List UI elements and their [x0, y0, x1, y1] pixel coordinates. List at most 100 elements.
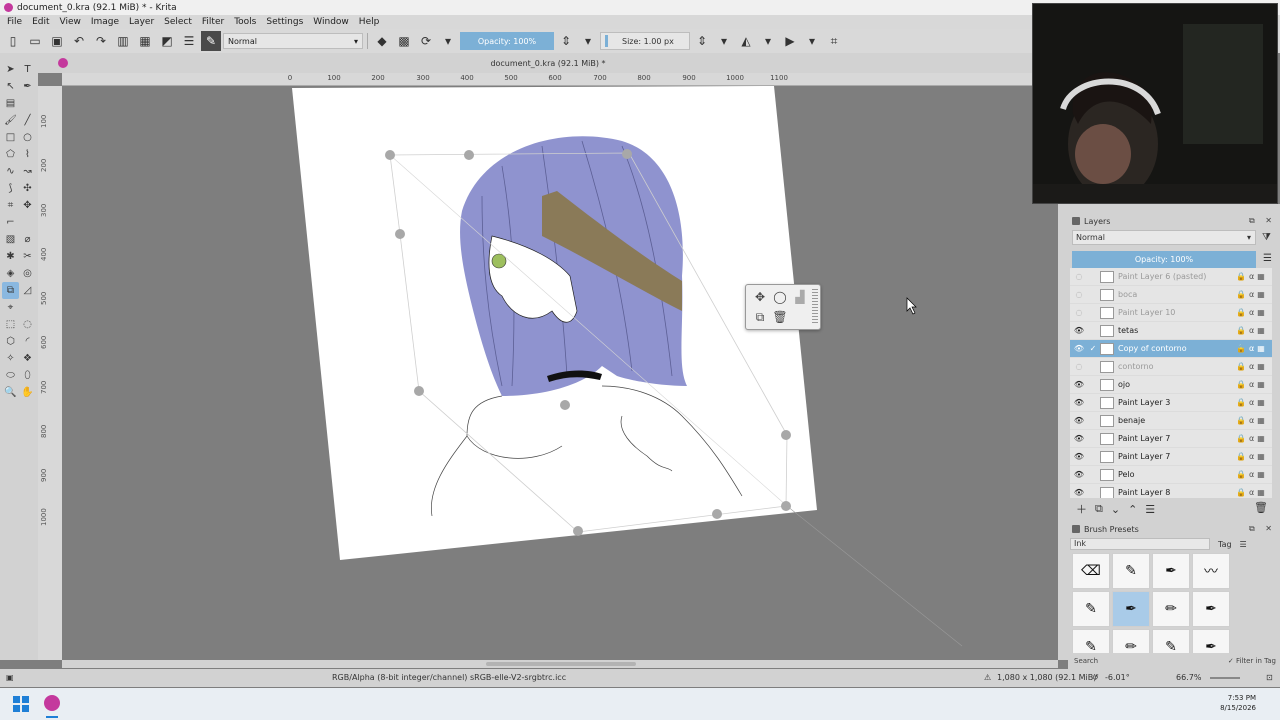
polygon-tool-icon[interactable]: ⬠: [2, 146, 19, 163]
menu-tools[interactable]: Tools: [229, 15, 261, 29]
eye-icon[interactable]: 👁: [1072, 452, 1086, 461]
transform-handle[interactable]: [712, 509, 722, 519]
menu-window[interactable]: Window: [308, 15, 354, 29]
menu-image[interactable]: Image: [86, 15, 124, 29]
freehand-brush-tool-icon[interactable]: 🖌: [2, 112, 19, 129]
menu-layer[interactable]: Layer: [124, 15, 159, 29]
layer-properties-icons[interactable]: 🔒α▦: [1236, 326, 1272, 335]
menu-view[interactable]: View: [55, 15, 86, 29]
edit-shapes-tool-icon[interactable]: ↖: [2, 78, 19, 95]
freehand-path-tool-icon[interactable]: ↝: [19, 163, 36, 180]
layer-properties-icons[interactable]: 🔒α▦: [1236, 308, 1272, 317]
outline-select-tool-icon[interactable]: ◜: [19, 333, 36, 350]
layer-properties-icon[interactable]: ☰: [1145, 503, 1155, 516]
eye-icon[interactable]: 👁: [1072, 398, 1086, 407]
chevron-down-icon[interactable]: ▾: [578, 31, 598, 51]
color-swatch-icon[interactable]: ◩: [157, 31, 177, 51]
dynamic-brush-tool-icon[interactable]: ⟆: [2, 180, 19, 197]
zoom-slider[interactable]: [1210, 677, 1240, 679]
artwork[interactable]: [62, 86, 1058, 660]
smart-patch-tool-icon[interactable]: ✂: [19, 248, 36, 265]
layer-hidden-icon[interactable]: ◌: [1072, 272, 1086, 281]
menu-file[interactable]: File: [2, 15, 27, 29]
brush-preset[interactable]: ✎: [1152, 629, 1190, 653]
layer-blend-mode-select[interactable]: Normal ▾: [1072, 230, 1256, 245]
layer-properties-icons[interactable]: 🔒α▦: [1236, 290, 1272, 299]
open-document-icon[interactable]: ▭: [25, 31, 45, 51]
move-icon[interactable]: ✥: [750, 287, 770, 307]
selection-status-icon[interactable]: ▣: [6, 673, 14, 682]
measure-tool-icon[interactable]: ◿: [19, 282, 36, 299]
layer-properties-icons[interactable]: 🔒α▦: [1236, 416, 1272, 425]
layer-properties-icons[interactable]: 🔒α▦: [1236, 452, 1272, 461]
move-tool-icon[interactable]: ✥: [19, 197, 36, 214]
layer-list[interactable]: ◌ Paint Layer 6 (pasted) 🔒α▦ ◌ boca 🔒α▦ …: [1070, 268, 1272, 498]
mirror-horizontal-icon[interactable]: ◭: [736, 31, 756, 51]
transform-tool-icon[interactable]: ⧉: [2, 282, 19, 299]
brush-preset[interactable]: ✒: [1192, 629, 1230, 653]
krita-taskbar-icon[interactable]: [44, 695, 60, 711]
size-stepper-icon[interactable]: ⇕: [692, 31, 712, 51]
pan-tool-icon[interactable]: ✋: [19, 384, 36, 401]
transform-handle[interactable]: [781, 430, 791, 440]
layer-hidden-icon[interactable]: ◌: [1072, 362, 1086, 371]
layer-row[interactable]: 👁 benaje 🔒α▦: [1070, 412, 1272, 430]
layer-properties-icons[interactable]: 🔒α▦: [1236, 272, 1272, 281]
layer-properties-icons[interactable]: 🔒α▦: [1236, 398, 1272, 407]
chevron-down-icon[interactable]: ▾: [714, 31, 734, 51]
bezier-select-tool-icon[interactable]: ⬭: [2, 367, 19, 384]
save-document-icon[interactable]: ▣: [47, 31, 67, 51]
reference-images-tool-icon[interactable]: ▤: [2, 95, 19, 112]
layer-row[interactable]: 👁 Paint Layer 7 🔒α▦: [1070, 448, 1272, 466]
crop-alt-tool-icon[interactable]: ⌐: [2, 214, 19, 231]
move-layer-down-icon[interactable]: ⌄: [1111, 503, 1120, 516]
gradient-icon[interactable]: ▥: [113, 31, 133, 51]
layer-row[interactable]: ◌ Paint Layer 6 (pasted) 🔒α▦: [1070, 268, 1272, 286]
scrollbar-thumb[interactable]: [486, 662, 636, 666]
brush-tag-select[interactable]: Ink: [1070, 538, 1210, 550]
marker-brush-preset[interactable]: ✎: [1112, 553, 1150, 589]
docker-window-buttons[interactable]: ⧉ ✕: [1249, 524, 1276, 534]
gradient-tool-icon[interactable]: ▧: [2, 231, 19, 248]
transform-handle[interactable]: [395, 229, 405, 239]
redo-icon[interactable]: ↷: [91, 31, 111, 51]
rotate-icon[interactable]: ◯: [770, 287, 790, 307]
add-layer-icon[interactable]: ＋: [1076, 501, 1087, 517]
eye-icon[interactable]: 👁: [1072, 416, 1086, 425]
view-options-icon[interactable]: ☰: [1240, 540, 1247, 549]
drag-grip-icon[interactable]: [812, 289, 818, 325]
duplicate-layer-icon[interactable]: ⧉: [1095, 502, 1103, 516]
transform-center-handle[interactable]: [560, 400, 570, 410]
transform-handle[interactable]: [781, 501, 791, 511]
filter-in-tag-checkbox[interactable]: ✓ Filter in Tag: [1228, 657, 1276, 665]
layer-properties-icons[interactable]: 🔒α▦: [1236, 362, 1272, 371]
layer-row[interactable]: ◌ Paint Layer 10 🔒α▦: [1070, 304, 1272, 322]
zoom-tool-icon[interactable]: 🔍: [2, 384, 19, 401]
polyline-tool-icon[interactable]: ⌇: [19, 146, 36, 163]
brush-preset[interactable]: ✎: [1072, 629, 1110, 653]
tag-button[interactable]: Tag: [1218, 540, 1232, 549]
docker-window-buttons[interactable]: ⧉ ✕: [1249, 216, 1276, 226]
document-tab-title[interactable]: document_0.kra (92.1 MiB) *: [490, 59, 605, 68]
bezier-tool-icon[interactable]: ∿: [2, 163, 19, 180]
selected-ink-preset[interactable]: ✒: [1112, 591, 1150, 627]
select-shapes-tool-icon[interactable]: ➤: [2, 61, 19, 78]
eraser-brush-preset[interactable]: ⌫: [1072, 553, 1110, 589]
ellipse-tool-icon[interactable]: ○: [19, 129, 36, 146]
move-layer-up-icon[interactable]: ⌃: [1128, 503, 1137, 516]
layer-properties-icons[interactable]: 🔒α▦: [1236, 434, 1272, 443]
rotation-icon[interactable]: ↺: [1092, 673, 1099, 682]
brush-preset[interactable]: ✏: [1112, 629, 1150, 653]
ink-pen-preset[interactable]: ✎: [1072, 591, 1110, 627]
line-tool-icon[interactable]: ╱: [19, 112, 36, 129]
transform-handle[interactable]: [573, 526, 583, 536]
filter-icon[interactable]: ⧩: [1262, 232, 1271, 243]
layer-hidden-icon[interactable]: ◌: [1072, 308, 1086, 317]
eye-icon[interactable]: 👁: [1072, 488, 1086, 497]
eye-icon[interactable]: 👁: [1072, 434, 1086, 443]
menu-edit[interactable]: Edit: [27, 15, 54, 29]
color-picker-tool-icon[interactable]: ⌀: [19, 231, 36, 248]
rectangle-tool-icon[interactable]: □: [2, 129, 19, 146]
delete-icon[interactable]: 🗑: [770, 307, 790, 327]
rect-select-tool-icon[interactable]: ⬚: [2, 316, 19, 333]
